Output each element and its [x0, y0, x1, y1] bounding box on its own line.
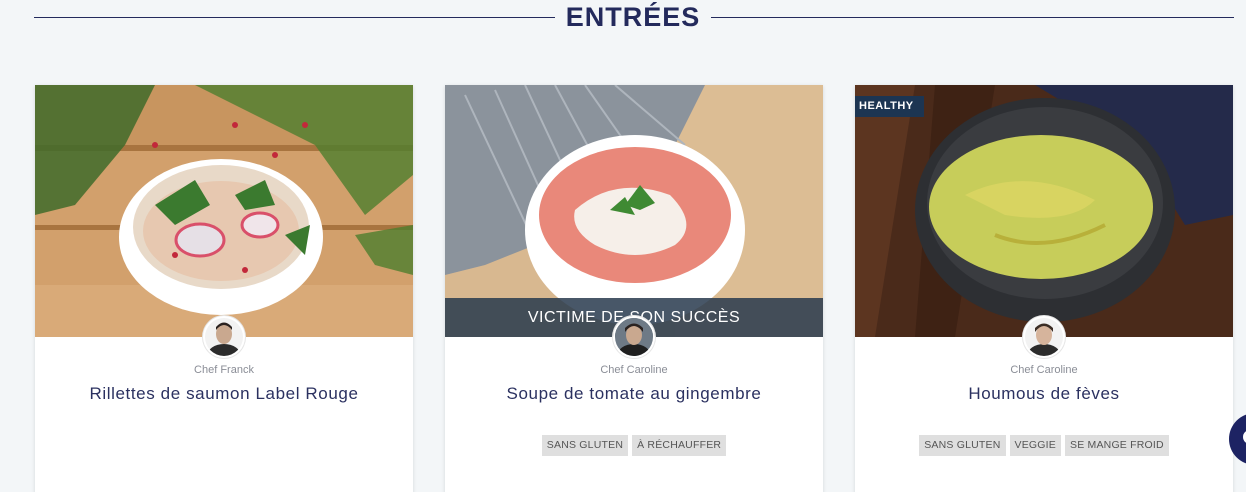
chef-name: Chef Caroline [600, 364, 668, 376]
tag-se-mange-froid: SE MANGE FROID [1064, 435, 1169, 456]
tag-list: SANS GLUTEN À RÉCHAUFFER [445, 435, 823, 456]
recipe-card[interactable]: HEALTHY Chef Caroline Houmous de fèves S… [855, 85, 1233, 492]
chef-name: Chef Caroline [1010, 364, 1078, 376]
recipe-card[interactable]: VICTIME DE SON SUCCÈS Chef Caroline Soup… [445, 85, 823, 492]
recipe-title[interactable]: Rillettes de saumon Label Rouge [35, 384, 413, 404]
header-divider-right [711, 17, 1234, 18]
recipe-title[interactable]: Houmous de fèves [855, 384, 1233, 404]
chef-avatar [1023, 316, 1065, 358]
section-title: ENTRÉES [565, 2, 701, 32]
recipe-card[interactable]: Chef Franck Rillettes de saumon Label Ro… [35, 85, 413, 492]
tag-sans-gluten: SANS GLUTEN [919, 435, 1006, 456]
recipe-photo[interactable]: HEALTHY [855, 85, 1233, 337]
chef-name: Chef Franck [194, 364, 254, 376]
tag-veggie: VEGGIE [1009, 435, 1061, 456]
header-divider-left [34, 17, 555, 18]
recipe-photo[interactable]: VICTIME DE SON SUCCÈS [445, 85, 823, 337]
recipe-photo[interactable] [35, 85, 413, 337]
tag-sans-gluten: SANS GLUTEN [541, 435, 629, 456]
chef-avatar [203, 316, 245, 358]
chef-avatar [613, 316, 655, 358]
healthy-badge: HEALTHY [855, 96, 924, 117]
section-header: ENTRÉES [34, 0, 1234, 36]
recipe-title[interactable]: Soupe de tomate au gingembre [445, 384, 823, 404]
tag-a-rechauffer: À RÉCHAUFFER [632, 435, 727, 456]
tag-list: SANS GLUTEN VEGGIE SE MANGE FROID [855, 435, 1233, 456]
